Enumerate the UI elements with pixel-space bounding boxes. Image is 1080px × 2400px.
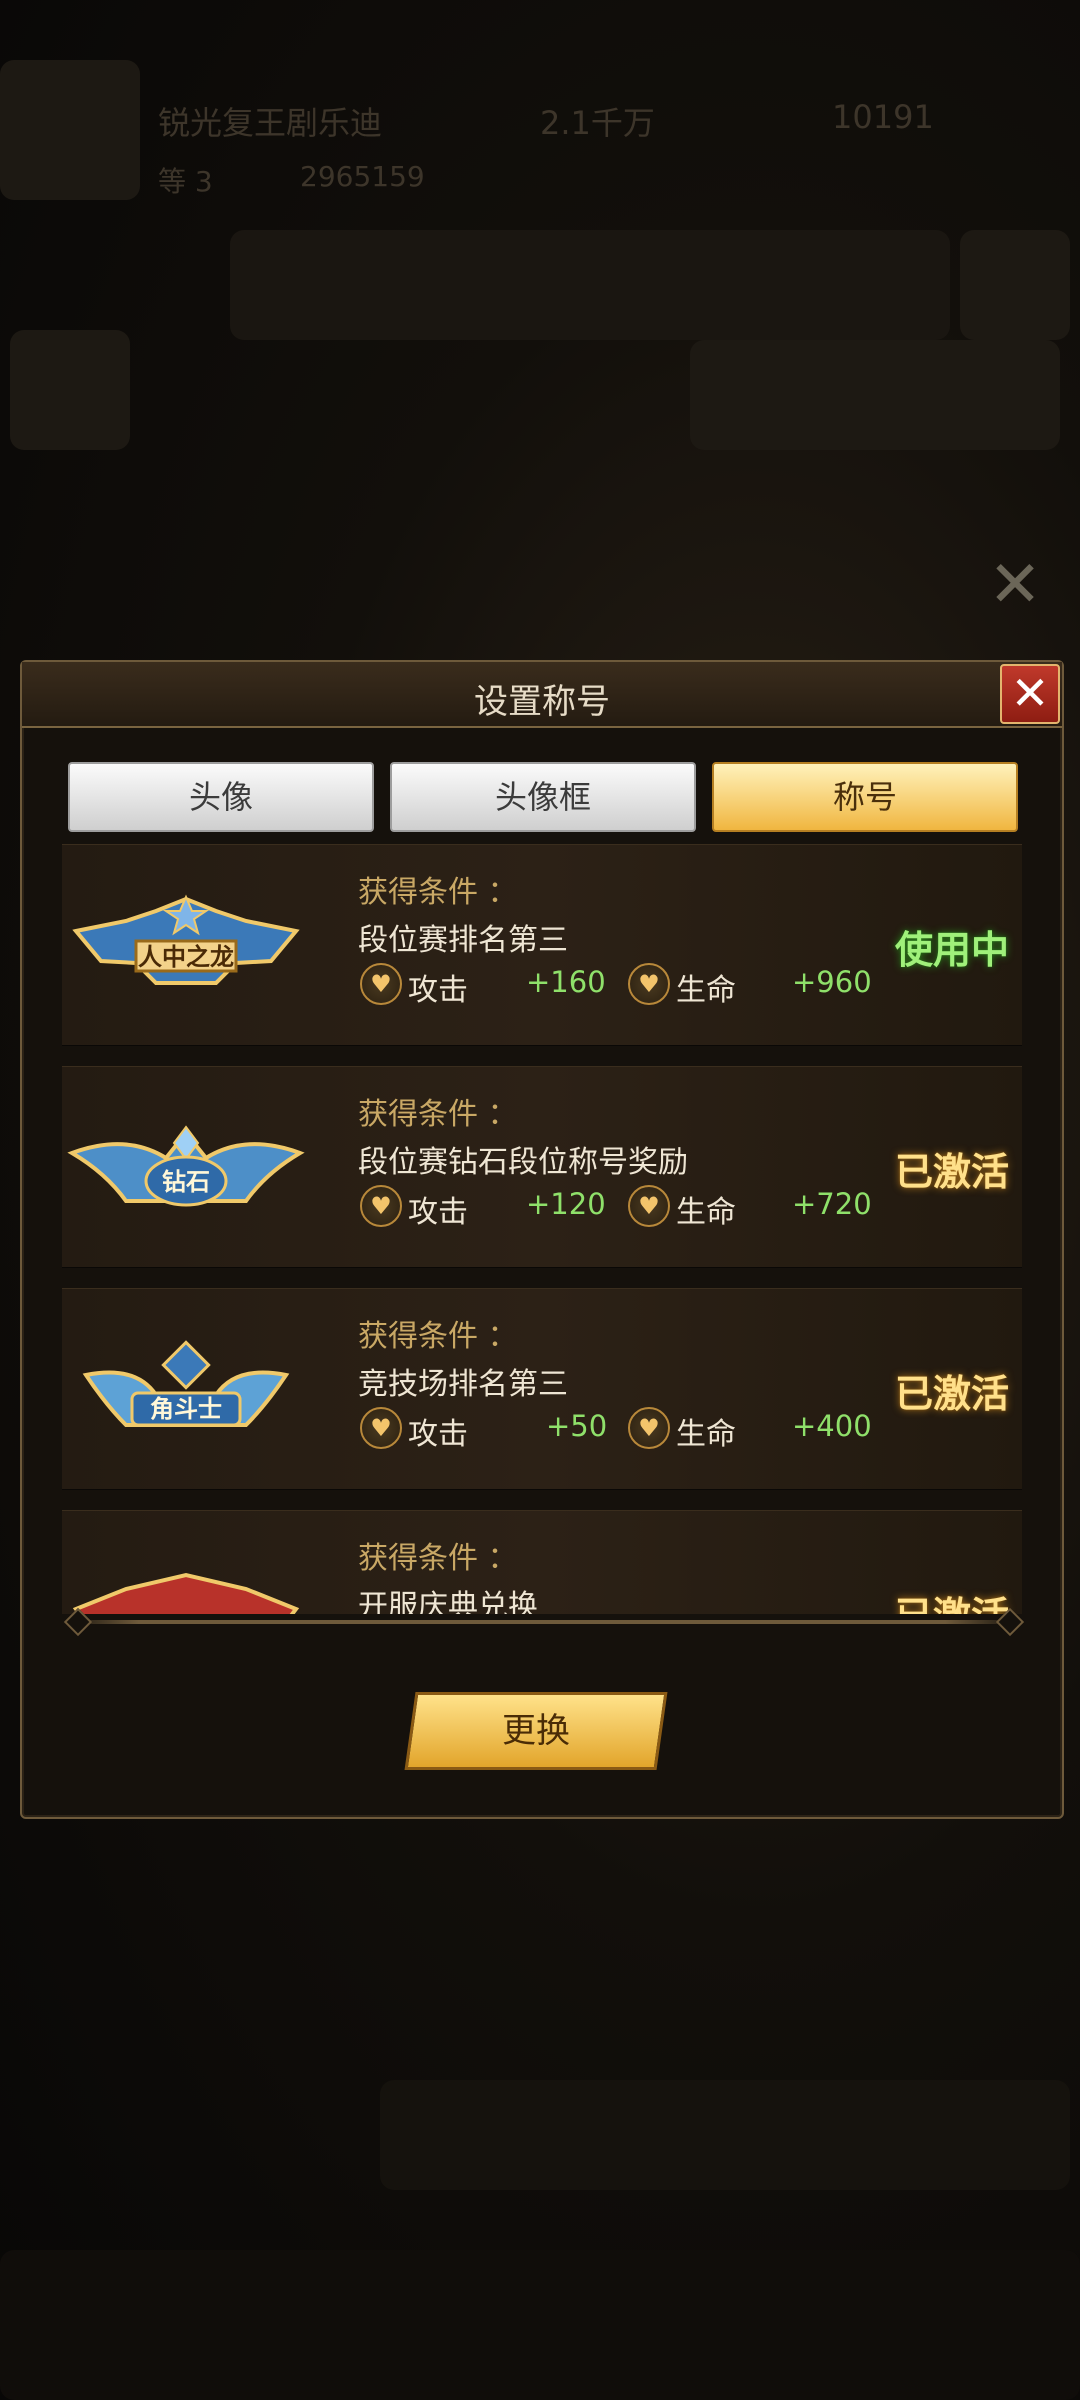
background-level: 等 3 — [158, 165, 213, 198]
background-player-name: 锐光复王剧乐迪 — [158, 104, 383, 142]
list-item[interactable]: 获得条件 ： 开服庆典兑换 已激活 — [62, 1510, 1022, 1614]
close-icon: ✕ — [1010, 666, 1050, 720]
close-button[interactable]: ✕ — [1000, 664, 1060, 724]
background-currency: 2.1千万 — [540, 104, 655, 142]
stat-hp-value: +400 — [792, 1409, 872, 1443]
badge-celebration-icon — [72, 1572, 300, 1614]
stat-hp-label: 生命 — [676, 1417, 736, 1452]
stat-attack-value: +160 — [526, 965, 606, 999]
list-divider — [62, 1620, 1022, 1624]
background-gems: 10191 — [832, 98, 934, 136]
status-activated[interactable]: 已激活 — [882, 1359, 1022, 1429]
set-title-dialog: 设置称号 ✕ 头像 头像框 称号 人中之龙 获得条件 ： 段位赛排名第三 ♥ 攻… — [20, 660, 1064, 1819]
tab-avatar[interactable]: 头像 — [68, 762, 374, 832]
stat-hp-label: 生命 — [676, 1195, 736, 1230]
stat-hp-label: 生命 — [676, 973, 736, 1008]
dialog-title: 设置称号 — [474, 682, 610, 722]
title-list[interactable]: 人中之龙 获得条件 ： 段位赛排名第三 ♥ 攻击 +160 ♥ 生命 +960 … — [62, 844, 1022, 1614]
change-button-label: 更换 — [502, 1711, 570, 1751]
condition-text: 竞技场排名第三 — [358, 1367, 568, 1402]
condition-label: 获得条件 ： — [358, 1319, 518, 1354]
stat-attack-value: +50 — [546, 1409, 608, 1443]
background-close-icon: ✕ — [988, 548, 1042, 622]
condition-label: 获得条件 ： — [358, 1097, 518, 1132]
condition-text: 段位赛排名第三 — [358, 923, 568, 958]
condition-label: 获得条件 ： — [358, 1541, 518, 1576]
stat-hp-value: +960 — [792, 965, 872, 999]
condition-label: 获得条件 ： — [358, 875, 518, 910]
tab-title[interactable]: 称号 — [712, 762, 1018, 832]
background-power: 2965159 — [300, 160, 425, 193]
heart-icon: ♥ — [628, 1407, 670, 1449]
tab-bar: 头像 头像框 称号 — [68, 762, 1018, 832]
badge-diamond-icon: 钻石 — [67, 1125, 305, 1207]
dialog-header: 设置称号 ✕ — [22, 662, 1062, 728]
heart-icon: ♥ — [628, 963, 670, 1005]
badge-dragon-label: 人中之龙 — [138, 943, 234, 971]
badge-dragon-icon: 人中之龙 — [72, 894, 300, 985]
status-in-use[interactable]: 使用中 — [882, 915, 1022, 985]
list-item[interactable]: 钻石 获得条件 ： 段位赛钻石段位称号奖励 ♥ 攻击 +120 ♥ 生命 +72… — [62, 1066, 1022, 1268]
status-activated[interactable]: 已激活 — [882, 1137, 1022, 1207]
stat-attack-label: 攻击 — [408, 1195, 468, 1230]
badge-gladiator-icon: 角斗士 — [82, 1340, 290, 1427]
condition-text: 段位赛钻石段位称号奖励 — [358, 1145, 688, 1180]
condition-text: 开服庆典兑换 — [358, 1589, 538, 1614]
status-activated[interactable]: 已激活 — [882, 1581, 1022, 1614]
badge-diamond-label: 钻石 — [162, 1168, 210, 1196]
heart-icon: ♥ — [360, 963, 402, 1005]
background-top-bar: 锐光复王剧乐迪 2.1千万 10191 等 3 2965159 — [0, 60, 1080, 230]
heart-icon: ♥ — [628, 1185, 670, 1227]
stat-attack-value: +120 — [526, 1187, 606, 1221]
stat-hp-value: +720 — [792, 1187, 872, 1221]
stat-attack-label: 攻击 — [408, 973, 468, 1008]
heart-icon: ♥ — [360, 1407, 402, 1449]
list-item[interactable]: 角斗士 获得条件 ： 竞技场排名第三 ♥ 攻击 +50 ♥ 生命 +400 已激… — [62, 1288, 1022, 1490]
list-item[interactable]: 人中之龙 获得条件 ： 段位赛排名第三 ♥ 攻击 +160 ♥ 生命 +960 … — [62, 844, 1022, 1046]
tab-avatar-frame[interactable]: 头像框 — [390, 762, 696, 832]
stat-attack-label: 攻击 — [408, 1417, 468, 1452]
badge-gladiator-label: 角斗士 — [150, 1395, 222, 1423]
change-button[interactable]: 更换 — [404, 1692, 668, 1770]
heart-icon: ♥ — [360, 1185, 402, 1227]
